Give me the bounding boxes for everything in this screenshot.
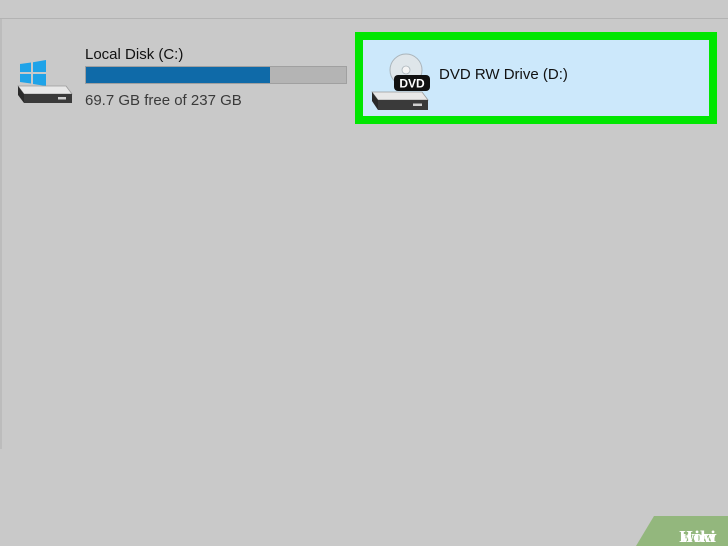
storage-usage-fill bbox=[86, 67, 270, 83]
pane-left-edge bbox=[0, 19, 2, 449]
dvd-drive-icon: DVD bbox=[368, 48, 434, 112]
selection-highlight: DVD DVD RW Drive (D:) bbox=[355, 32, 717, 124]
drive-item-local-disk[interactable]: Local Disk (C:) 69.7 GB free of 237 GB bbox=[10, 38, 355, 118]
drive-item-dvd[interactable]: DVD DVD RW Drive (D:) bbox=[363, 40, 709, 116]
watermark-suffix: How bbox=[678, 528, 716, 546]
drive-label-local-disk: Local Disk (C:) bbox=[85, 46, 184, 63]
toolbar-divider bbox=[0, 18, 728, 19]
dvd-icon-text: DVD bbox=[399, 77, 425, 91]
storage-usage-bar bbox=[85, 66, 347, 84]
windows-hard-drive-icon bbox=[14, 56, 76, 106]
drive-label-dvd: DVD RW Drive (D:) bbox=[439, 66, 568, 83]
drive-free-space-text: 69.7 GB free of 237 GB bbox=[85, 92, 242, 109]
wikihow-watermark: wiki How bbox=[636, 516, 728, 546]
